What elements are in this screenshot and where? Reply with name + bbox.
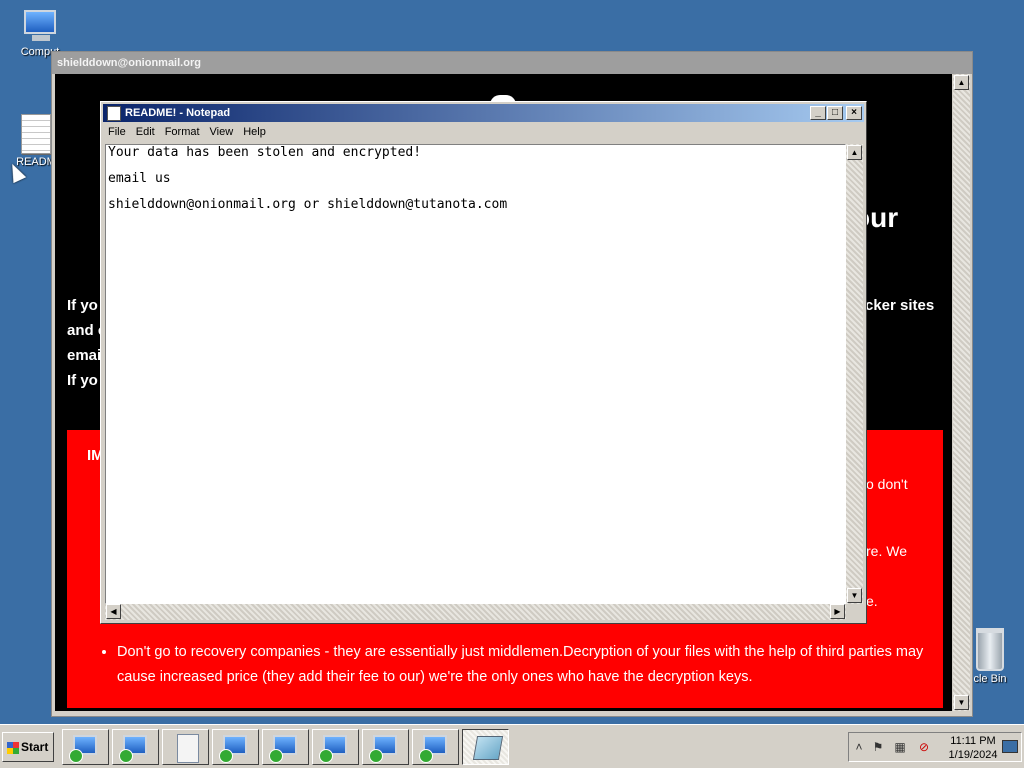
- clock-date: 1/19/2024: [948, 749, 998, 761]
- taskbar: Start ˄ ⚑ ▦ ⊘ 11:11 PM 1/19/2024: [0, 724, 1024, 768]
- menu-edit[interactable]: Edit: [131, 123, 160, 142]
- text-editor[interactable]: Your data has been stolen and encrypted!…: [105, 144, 846, 604]
- notepad-title: README! - Notepad: [125, 107, 231, 119]
- windows-logo-icon: [7, 741, 19, 754]
- taskbar-button-setup[interactable]: [212, 729, 259, 765]
- text-line: email us: [108, 171, 171, 186]
- notepad-icon: [107, 105, 121, 121]
- clock[interactable]: 11:11 PM 1/19/2024: [946, 734, 1000, 762]
- scroll-left-button[interactable]: ◀: [106, 604, 121, 619]
- menu-format[interactable]: Format: [160, 123, 205, 142]
- menu-view[interactable]: View: [205, 123, 239, 142]
- resize-grip[interactable]: [846, 604, 863, 620]
- text-line-fragment: If yo: [67, 297, 98, 314]
- taskbar-button-setup[interactable]: [312, 729, 359, 765]
- scroll-right-button[interactable]: ▶: [830, 604, 845, 619]
- taskbar-button-setup[interactable]: [262, 729, 309, 765]
- taskbar-button-document[interactable]: [162, 729, 209, 765]
- volume-muted-icon[interactable]: ⊘: [917, 741, 931, 754]
- notice-fragment: e.: [866, 593, 878, 609]
- system-tray: ˄ ⚑ ▦ ⊘ 11:11 PM 1/19/2024: [848, 732, 1022, 762]
- text-document-icon: [21, 114, 51, 154]
- network-icon[interactable]: ▦: [893, 741, 907, 754]
- vertical-scrollbar[interactable]: ▲ ▼: [953, 74, 970, 711]
- show-hidden-icons-chevron-icon[interactable]: ˄: [852, 741, 866, 754]
- setup-icon: [369, 735, 397, 763]
- scroll-up-button[interactable]: ▲: [847, 145, 862, 160]
- text-line-fragment: emai: [67, 347, 102, 364]
- document-icon: [177, 734, 199, 763]
- taskbar-button-setup[interactable]: [62, 729, 109, 765]
- vertical-scrollbar[interactable]: ▲ ▼: [846, 144, 863, 604]
- menu-help[interactable]: Help: [238, 123, 271, 142]
- start-button[interactable]: Start: [2, 732, 54, 762]
- notice-fragment: o don't: [866, 476, 908, 492]
- menu-file[interactable]: File: [103, 123, 131, 142]
- notepad-window[interactable]: README! - Notepad _ □ × File Edit Format Vi…: [100, 101, 867, 624]
- scroll-up-button[interactable]: ▲: [954, 75, 969, 90]
- close-button[interactable]: ×: [846, 106, 862, 120]
- horizontal-scrollbar[interactable]: ◀ ▶: [105, 604, 846, 620]
- taskbar-button-setup[interactable]: [362, 729, 409, 765]
- text-line-fragment: If yo: [67, 372, 98, 389]
- setup-icon: [219, 735, 247, 763]
- notice-bullet-list: Don't go to recovery companies - they ar…: [99, 640, 947, 690]
- setup-icon: [69, 735, 97, 763]
- text-line-fragment: cker sites: [865, 297, 935, 314]
- setup-icon: [419, 735, 447, 763]
- window-title: shielddown@onionmail.org: [52, 52, 972, 74]
- clock-time: 11:11 PM: [950, 735, 996, 747]
- recycle-bin-icon: [976, 628, 1004, 671]
- taskbar-button-notepad[interactable]: [462, 729, 509, 765]
- computer-icon: [20, 10, 60, 44]
- notice-bullet: Don't go to recovery companies - they ar…: [117, 640, 947, 690]
- menu-bar: File Edit Format View Help: [103, 123, 864, 142]
- notepad-titlebar[interactable]: README! - Notepad _ □ ×: [103, 104, 864, 122]
- notepad-icon: [472, 736, 504, 760]
- notice-fragment: re. We: [866, 543, 907, 559]
- text-line: shielddown@onionmail.org or shielddown@t…: [108, 197, 508, 212]
- start-label: Start: [21, 740, 49, 754]
- setup-icon: [119, 735, 147, 763]
- maximize-button[interactable]: □: [827, 106, 843, 120]
- scroll-down-button[interactable]: ▼: [954, 695, 969, 710]
- minimize-button[interactable]: _: [810, 106, 826, 120]
- action-center-flag-icon[interactable]: ⚑: [871, 741, 885, 754]
- text-line: Your data has been stolen and encrypted!: [108, 145, 422, 160]
- taskbar-button-setup[interactable]: [112, 729, 159, 765]
- setup-icon: [269, 735, 297, 763]
- taskbar-button-setup[interactable]: [412, 729, 459, 765]
- show-desktop-icon[interactable]: [1002, 740, 1018, 753]
- scroll-down-button[interactable]: ▼: [847, 588, 862, 603]
- setup-icon: [319, 735, 347, 763]
